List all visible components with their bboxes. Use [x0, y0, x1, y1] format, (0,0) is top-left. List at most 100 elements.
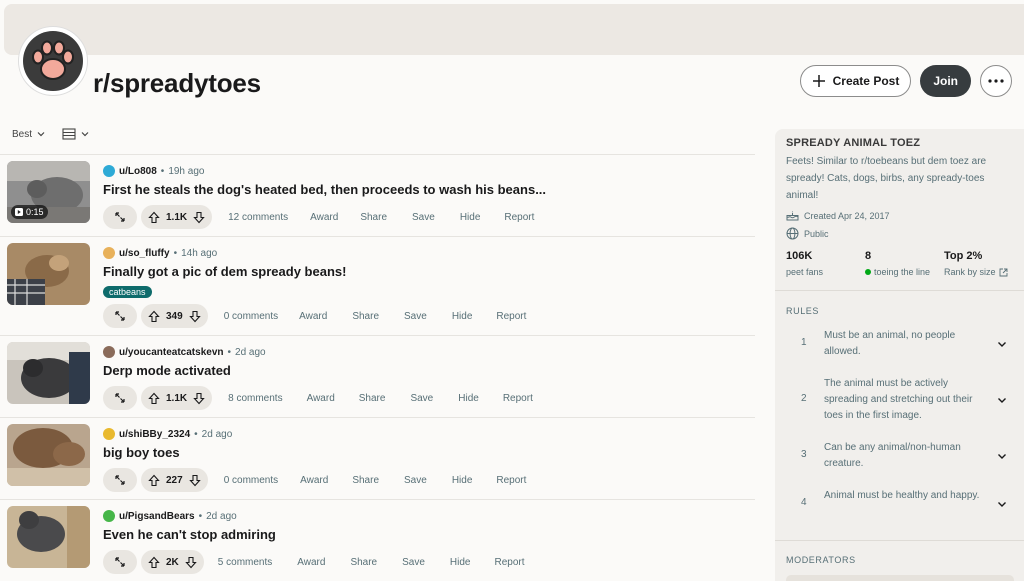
user-avatar-icon	[103, 510, 115, 522]
share-button[interactable]: Share	[359, 393, 386, 404]
vote-count: 2K	[166, 556, 179, 568]
comments-button[interactable]: 5 comments	[218, 557, 272, 568]
vote-count: 227	[166, 474, 183, 486]
share-button[interactable]: Share	[350, 557, 377, 568]
post-author[interactable]: u/youcanteatcatskevn	[119, 347, 224, 358]
rule-item[interactable]: 3 Can be any animal/non-human creature.	[786, 440, 1014, 476]
rule-item[interactable]: 4 Animal must be healthy and happy.	[786, 488, 1014, 524]
chevron-down-icon	[998, 398, 1006, 403]
hide-button[interactable]: Hide	[450, 557, 471, 568]
hide-button[interactable]: Hide	[460, 212, 481, 223]
post-author[interactable]: u/shiBBy_2324	[119, 429, 190, 440]
post-time: 19h ago	[168, 165, 205, 177]
save-button[interactable]: Save	[404, 311, 427, 322]
report-button[interactable]: Report	[496, 475, 526, 486]
award-button[interactable]: Award	[297, 557, 325, 568]
award-button[interactable]: Award	[299, 311, 327, 322]
expand-button[interactable]	[103, 550, 137, 574]
chevron-down-icon	[998, 342, 1006, 347]
post-item[interactable]: u/so_fluffy • 14h ago Finally got a pic …	[0, 236, 755, 335]
post-item[interactable]: u/PigsandBears • 2d ago Even he can't st…	[0, 499, 755, 581]
upvote-icon[interactable]	[148, 392, 160, 405]
hide-button[interactable]: Hide	[458, 393, 479, 404]
rule-item[interactable]: 2 The animal must be actively spreading …	[786, 376, 1014, 428]
comments-button[interactable]: 8 comments	[228, 393, 282, 404]
post-title[interactable]: Derp mode activated	[103, 363, 231, 378]
save-button[interactable]: Save	[402, 557, 425, 568]
report-button[interactable]: Report	[495, 557, 525, 568]
share-button[interactable]: Share	[360, 212, 387, 223]
community-avatar[interactable]	[19, 27, 87, 95]
vote-control: 349	[141, 304, 208, 328]
expand-icon	[115, 475, 125, 485]
join-button[interactable]: Join	[920, 65, 971, 97]
save-button[interactable]: Save	[412, 212, 435, 223]
upvote-icon[interactable]	[148, 474, 160, 487]
post-author[interactable]: u/Lo808	[119, 166, 157, 177]
award-button[interactable]: Award	[310, 212, 338, 223]
downvote-icon[interactable]	[188, 310, 201, 323]
vote-count: 1.1K	[166, 211, 188, 223]
external-link-icon	[999, 268, 1007, 276]
downvote-icon[interactable]	[185, 556, 197, 569]
post-item[interactable]: 0:15 u/Lo808 • 19h ago First he steals t…	[0, 154, 755, 236]
post-thumbnail[interactable]	[7, 342, 90, 404]
share-button[interactable]: Share	[352, 311, 379, 322]
stat-online: 8 toeing the line	[865, 250, 931, 277]
community-description: Feets! Similar to r/toebeans but dem toe…	[786, 156, 987, 201]
report-button[interactable]: Report	[496, 311, 526, 322]
card-view-icon	[62, 128, 76, 140]
post-thumbnail[interactable]	[7, 424, 90, 486]
upvote-icon[interactable]	[148, 211, 160, 224]
sort-dropdown[interactable]: Best	[12, 129, 46, 140]
expand-button[interactable]	[103, 386, 137, 410]
post-item[interactable]: u/youcanteatcatskevn • 2d ago Derp mode …	[0, 335, 755, 417]
comments-button[interactable]: 0 comments	[224, 311, 278, 322]
save-button[interactable]: Save	[404, 475, 427, 486]
expand-button[interactable]	[103, 205, 137, 229]
expand-button[interactable]	[103, 304, 137, 328]
save-button[interactable]: Save	[410, 393, 433, 404]
downvote-icon[interactable]	[188, 474, 201, 487]
award-button[interactable]: Award	[307, 393, 335, 404]
community-banner	[4, 4, 1024, 55]
post-author[interactable]: u/so_fluffy	[119, 248, 170, 259]
report-button[interactable]: Report	[504, 212, 534, 223]
meta-separator: •	[194, 428, 198, 440]
view-dropdown[interactable]	[62, 128, 90, 140]
downvote-icon[interactable]	[193, 392, 205, 405]
plus-icon	[812, 75, 825, 87]
comments-button[interactable]: 12 comments	[228, 212, 288, 223]
upvote-icon[interactable]	[148, 310, 160, 323]
post-title[interactable]: big boy toes	[103, 445, 180, 460]
post-author[interactable]: u/PigsandBears	[119, 511, 195, 522]
rule-item[interactable]: 1 Must be an animal, no people allowed.	[786, 328, 1014, 364]
expand-icon	[115, 212, 125, 222]
create-post-button[interactable]: Create Post	[799, 65, 912, 97]
award-button[interactable]: Award	[300, 475, 328, 486]
post-thumbnail[interactable]	[7, 506, 90, 568]
downvote-icon[interactable]	[193, 211, 205, 224]
video-duration-badge: 0:15	[11, 205, 48, 219]
share-button[interactable]: Share	[352, 475, 379, 486]
post-item[interactable]: u/shiBBy_2324 • 2d ago big boy toes 227 …	[0, 417, 755, 499]
report-button[interactable]: Report	[503, 393, 533, 404]
post-thumbnail[interactable]	[7, 243, 90, 305]
post-thumbnail[interactable]: 0:15	[7, 161, 90, 223]
post-title[interactable]: Finally got a pic of dem spready beans!	[103, 264, 346, 279]
stat-rank[interactable]: Top 2% Rank by size	[944, 250, 1008, 277]
online-dot-icon	[865, 269, 871, 275]
comments-button[interactable]: 0 comments	[224, 475, 278, 486]
post-time: 14h ago	[181, 247, 218, 259]
rules-heading: RULES	[786, 306, 820, 316]
expand-button[interactable]	[103, 468, 137, 492]
hide-button[interactable]: Hide	[452, 311, 473, 322]
upvote-icon[interactable]	[148, 556, 160, 569]
post-flair[interactable]: catbeans	[103, 286, 152, 298]
hide-button[interactable]: Hide	[452, 475, 473, 486]
post-time: 2d ago	[206, 510, 237, 522]
post-title[interactable]: First he steals the dog's heated bed, th…	[103, 182, 546, 197]
more-options-button[interactable]	[980, 65, 1012, 97]
ellipsis-icon	[988, 79, 1004, 83]
post-title[interactable]: Even he can't stop admiring	[103, 527, 276, 542]
